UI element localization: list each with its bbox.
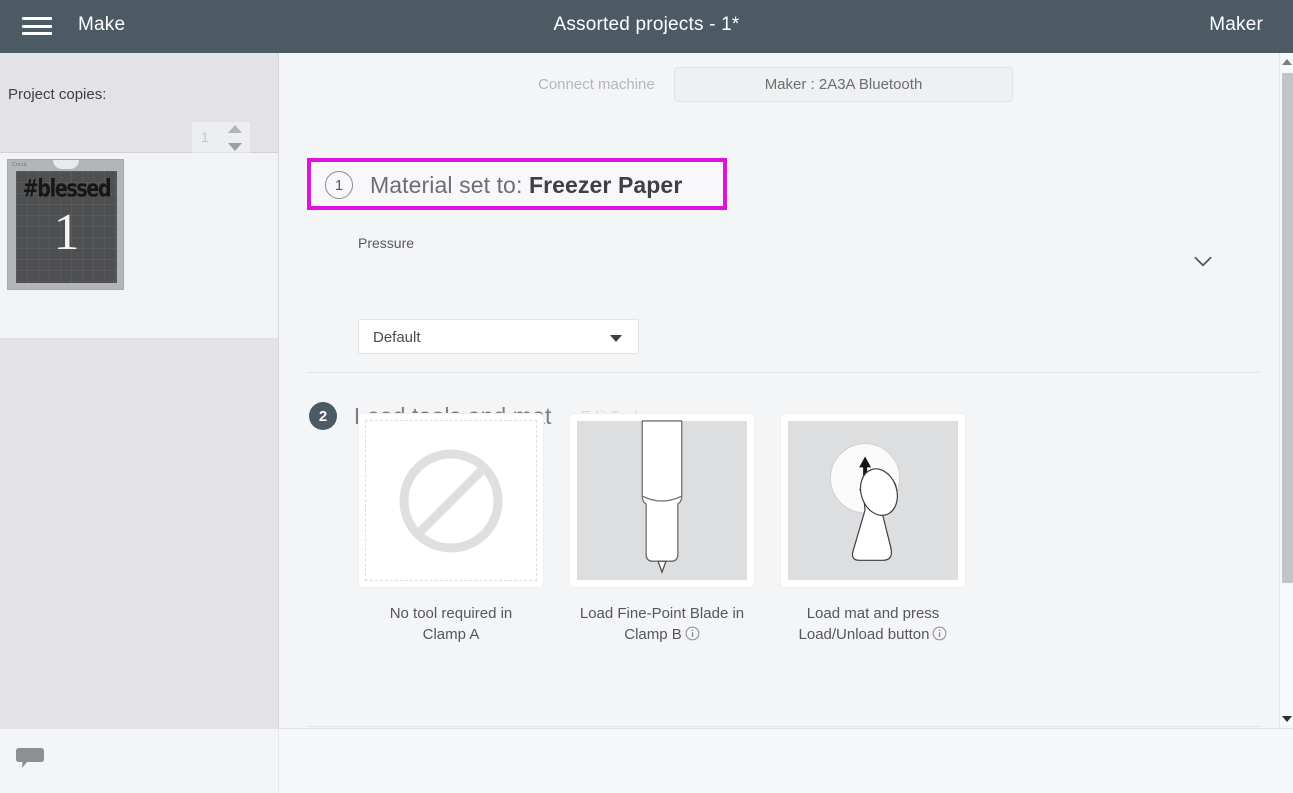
press-load-unload-icon — [830, 443, 901, 561]
stepper-down-icon[interactable] — [228, 143, 242, 151]
tool-card-caption: Load mat and press Load/Unload button — [780, 604, 966, 647]
step-1-header[interactable]: 1 Material set to: Freezer Paper — [325, 171, 682, 199]
main-scrollbar[interactable] — [1279, 53, 1293, 728]
project-copies-stepper[interactable]: 1 — [191, 121, 251, 153]
caption-line-1: Load Fine-Point Blade in — [579, 605, 745, 622]
no-tool-icon — [399, 449, 503, 552]
tool-card-face — [569, 413, 755, 588]
pressure-label: Pressure — [358, 235, 415, 251]
caption-line-2: Clamp A — [422, 625, 480, 643]
machine-select-button[interactable]: Maker : 2A3A Bluetooth — [674, 67, 1013, 102]
stepper-up-icon[interactable] — [228, 125, 242, 133]
step-2-number: 2 — [309, 402, 337, 430]
chat-bubble-icon[interactable] — [16, 747, 46, 769]
caption-line-1: No tool required in — [389, 605, 513, 622]
main-content: Connect machine Maker : 2A3A Bluetooth 1… — [279, 53, 1279, 728]
connect-machine-row: Connect machine Maker : 2A3A Bluetooth — [279, 53, 1279, 125]
machine-name-label: Maker — [1209, 14, 1263, 35]
project-copies-label: Project copies: — [8, 86, 107, 103]
step-1-material: Freezer Paper — [528, 171, 683, 198]
caption-line-2: Clamp B — [624, 625, 682, 643]
tool-card-face — [780, 413, 966, 588]
make-screen: Make Assorted projects - 1* Maker Projec… — [0, 0, 1293, 793]
mat-design-text: #blessed — [22, 175, 112, 203]
mat-list-item[interactable]: Cricut #blessed 1 Cut 12" x 12" Mat; Mir… — [0, 153, 278, 470]
pressure-dropdown[interactable]: Default — [358, 319, 639, 354]
dashed-placeholder — [365, 420, 537, 581]
footer-left-panel — [0, 729, 279, 793]
info-icon[interactable] — [685, 626, 700, 648]
mat-grid-surface: #blessed 1 — [16, 171, 117, 283]
step-1-highlight[interactable]: 1 Material set to: Freezer Paper — [307, 158, 727, 210]
caret-down-icon[interactable] — [610, 335, 622, 342]
caption-line-2: Load/Unload button — [798, 625, 930, 643]
info-icon[interactable] — [932, 626, 947, 648]
section-divider — [307, 726, 1260, 727]
tool-card-load-mat[interactable]: Load mat and press Load/Unload button — [780, 413, 966, 647]
step-1-number: 1 — [325, 171, 353, 199]
project-copies-panel: Project copies: 1 Apply — [0, 53, 278, 190]
tool-card-fine-point-blade[interactable]: Load Fine-Point Blade in Clamp B — [569, 413, 755, 647]
project-copies-value: 1 — [201, 129, 209, 145]
footer-bar: Cancel — [0, 728, 1293, 793]
scroll-up-arrow-icon[interactable] — [1280, 54, 1293, 70]
tool-cards: No tool required in Clamp A Load Fine-Po… — [358, 413, 966, 647]
caption-line-1: Load mat and press — [806, 605, 940, 622]
mat-brand-label: Cricut — [12, 162, 27, 168]
tool-card-face — [358, 413, 544, 588]
mat-thumbnail[interactable]: Cricut #blessed 1 — [7, 159, 124, 290]
stepper-arrows[interactable] — [227, 125, 243, 151]
sidebar-empty-area — [0, 340, 278, 728]
section-divider — [307, 372, 1260, 373]
scrollbar-thumb[interactable] — [1282, 73, 1293, 583]
mat-design-number: 1 — [53, 204, 80, 261]
tool-illustration-bg — [577, 420, 747, 580]
step-1-title: Material set to: Freezer Paper — [370, 172, 682, 199]
tool-card-caption: Load Fine-Point Blade in Clamp B — [569, 604, 755, 647]
mat-notch — [52, 160, 79, 169]
connect-machine-label: Connect machine — [538, 76, 655, 93]
scroll-down-arrow-icon[interactable] — [1280, 711, 1293, 727]
fine-point-blade-icon — [641, 420, 683, 575]
top-app-bar: Make Assorted projects - 1* Maker — [0, 0, 1293, 53]
tool-card-caption: No tool required in Clamp A — [358, 604, 544, 645]
tool-illustration-bg — [788, 421, 958, 580]
sidebar: Project copies: 1 Apply Cricut #blessed … — [0, 53, 279, 728]
project-title: Assorted projects - 1* — [553, 14, 740, 35]
pressure-value: Default — [373, 329, 421, 346]
step-1-prefix: Material set to: — [370, 171, 529, 198]
tool-card-no-tool[interactable]: No tool required in Clamp A — [358, 413, 544, 647]
chevron-down-icon[interactable] — [1190, 248, 1216, 274]
step-1-row: 1 Material set to: Freezer Paper — [279, 131, 1279, 267]
